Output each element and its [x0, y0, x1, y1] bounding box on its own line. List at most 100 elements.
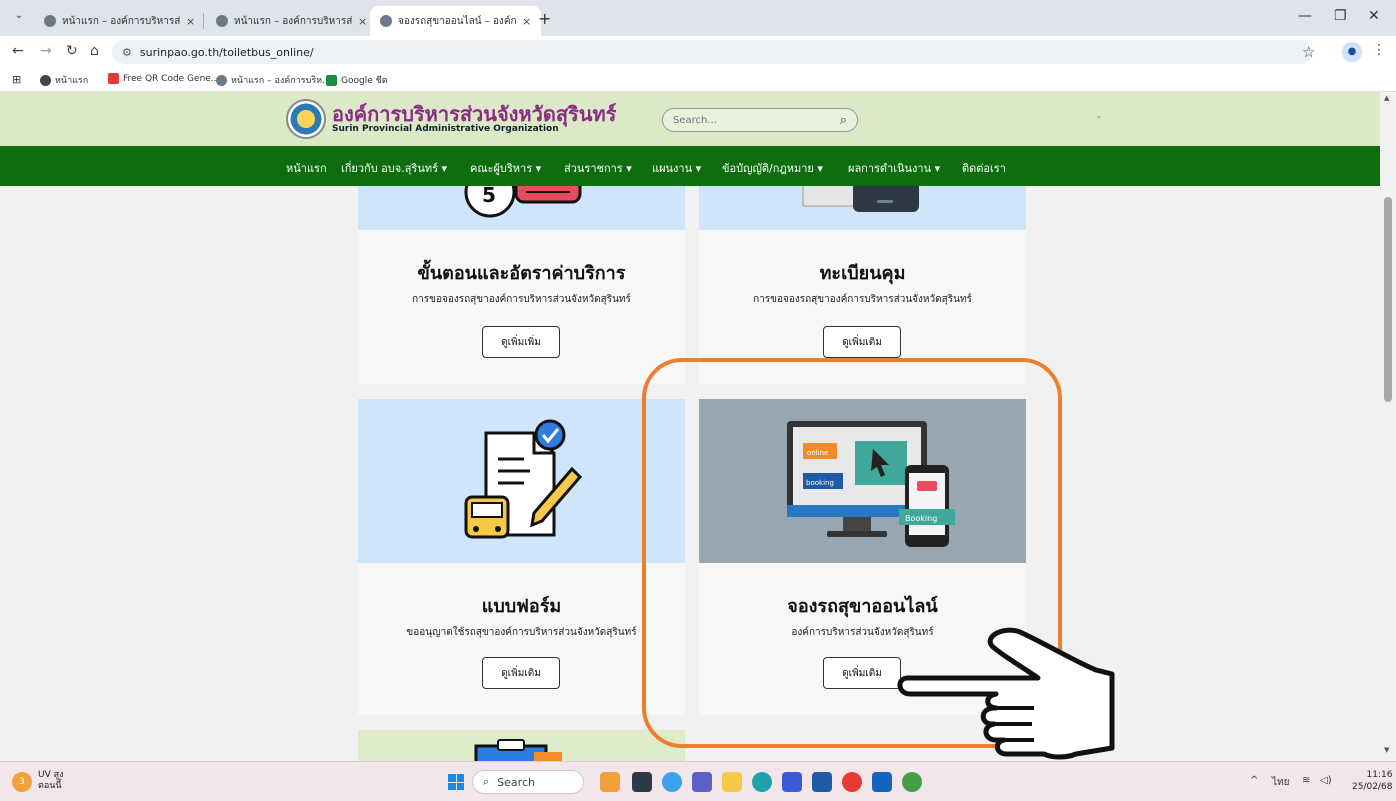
window-close-icon[interactable]: ✕ — [1368, 8, 1380, 24]
apps-grid-icon[interactable]: ⊞ — [12, 73, 21, 86]
taskbar-app-l-icon[interactable] — [812, 772, 832, 792]
steps-illustration-icon: 5 — [464, 186, 582, 218]
bookmark-item-4[interactable]: Google ชีต — [326, 73, 388, 87]
restore-icon[interactable]: ❐ — [1334, 8, 1347, 24]
scrollbar-thumb[interactable] — [1384, 197, 1392, 402]
nav-item-performance[interactable]: ผลการดำเนินงาน ▾ — [848, 159, 940, 177]
bookmark-star-icon[interactable]: ☆ — [1302, 43, 1315, 61]
card-procedure-rates: 5 ขั้นตอนและอัตราค่าบริการ การขอจองรถสุข… — [358, 186, 685, 384]
tab-separator — [203, 13, 204, 29]
browser-menu-icon[interactable]: ⋮ — [1372, 42, 1386, 58]
taskbar-app-teams-icon[interactable] — [692, 772, 712, 792]
forward-arrow-icon[interactable]: → — [40, 43, 52, 59]
taskbar-app-file-explorer-icon[interactable] — [722, 772, 742, 792]
tray-overflow-chevron-icon[interactable]: ^ — [1250, 775, 1258, 786]
taskbar-app-word-icon[interactable] — [872, 772, 892, 792]
nav-item-plans[interactable]: แผนงาน ▾ — [652, 159, 701, 177]
new-tab-button[interactable]: + — [538, 9, 551, 28]
browser-tab-active[interactable]: จองรถสุขาออนไลน์ – องค์การบริหาร × — [370, 6, 542, 36]
weather-line-2: ตอนนี้ — [38, 781, 62, 791]
start-button-windows-icon[interactable] — [448, 774, 464, 790]
nav-item-regulations[interactable]: ข้อบัญญัติ/กฎหมาย ▾ — [722, 159, 823, 177]
search-icon[interactable]: ⌕ — [840, 113, 847, 128]
tab-close-icon[interactable]: × — [186, 15, 195, 28]
card-title: ทะเบียนคุม — [819, 263, 906, 284]
chevron-down-icon: ▾ — [817, 162, 823, 175]
card-title: ขั้นตอนและอัตราค่าบริการ — [417, 263, 626, 284]
nav-item-contact[interactable]: ติดต่อเรา — [962, 159, 1006, 177]
chevron-down-icon: ▾ — [535, 162, 542, 175]
surin-pao-seal-logo[interactable] — [286, 99, 326, 139]
volume-icon[interactable]: ◁) — [1320, 775, 1332, 786]
page-scrollbar[interactable]: ▲ ▼ — [1380, 92, 1396, 761]
chevron-down-icon: ▾ — [441, 162, 448, 175]
reload-icon[interactable]: ↻ — [66, 43, 78, 59]
taskbar-app-chrome-2-icon[interactable] — [902, 772, 922, 792]
site-search-input[interactable] — [673, 114, 823, 126]
tab-close-icon[interactable]: × — [522, 15, 531, 28]
taskbar-app-copilot-icon[interactable] — [662, 772, 682, 792]
nav-item-departments[interactable]: ส่วนราชการ ▾ — [564, 159, 632, 177]
site-favicon-icon — [44, 15, 56, 27]
wifi-icon[interactable]: ≋ — [1302, 775, 1310, 786]
home-icon[interactable]: ⌂ — [90, 43, 99, 59]
weather-widget-icon[interactable]: 3 — [12, 772, 32, 792]
taskbar-search-label: Search — [497, 775, 535, 789]
input-language[interactable]: ไทย — [1272, 775, 1289, 790]
svg-text:5: 5 — [482, 186, 496, 207]
nav-label: ติดต่อเรา — [962, 162, 1006, 175]
card-read-more-button[interactable]: ดูเพิ่มเพิ่ม — [482, 326, 560, 358]
browser-tab-bar: ⌄ หน้าแรก – องค์การบริหารส่วนจังหวัด × ห… — [0, 0, 1396, 36]
address-url[interactable]: surinpao.go.th/toiletbus_online/ — [140, 46, 314, 59]
bookmark-item-2[interactable]: Free QR Code Gene... — [108, 73, 219, 84]
browser-toolbar: ← → ↻ ⌂ ⚙ surinpao.go.th/toiletbus_onlin… — [0, 36, 1396, 68]
card-title: แบบฟอร์ม — [481, 596, 562, 617]
bookmark-label: Google ชีต — [341, 76, 388, 86]
card-image — [358, 399, 685, 563]
nav-label: คณะผู้บริหาร — [470, 162, 533, 175]
nav-item-about[interactable]: เกี่ยวกับ อบจ.สุรินทร์ ▾ — [341, 159, 447, 177]
back-arrow-icon[interactable]: ← — [12, 43, 24, 59]
tab-close-icon[interactable]: × — [358, 15, 367, 28]
card-read-more-button[interactable]: ดูเพิ่มเติม — [482, 657, 560, 689]
bookmarks-bar: ⊞ หน้าแรก Free QR Code Gene... หน้าแรก –… — [0, 68, 1396, 92]
google-sheets-icon — [326, 74, 337, 86]
taskbar-app-news-icon[interactable] — [600, 772, 620, 792]
nav-label: หน้าแรก — [286, 162, 327, 175]
taskbar-search[interactable]: ⌕ Search — [472, 770, 584, 794]
windows-taskbar: 3 UV สูง ตอนนี้ ⌕ Search ^ ไทย ≋ ◁) 11:1… — [0, 761, 1396, 801]
taskbar-app-chrome-icon[interactable] — [842, 772, 862, 792]
profile-avatar-icon[interactable]: ● — [1342, 42, 1362, 62]
nav-label: เกี่ยวกับ อบจ.สุรินทร์ — [341, 162, 439, 175]
bookmark-item-1[interactable]: หน้าแรก — [40, 73, 88, 87]
bookmark-item-3[interactable]: หน้าแรก – องค์การบริห... — [216, 73, 331, 87]
weather-widget-text[interactable]: UV สูง ตอนนี้ — [38, 770, 64, 792]
nav-item-home[interactable]: หน้าแรก — [286, 159, 327, 177]
scroll-down-arrow-icon[interactable]: ▼ — [1384, 746, 1389, 754]
tab-search-chevron-icon[interactable]: ⌄ — [10, 10, 28, 26]
minimize-icon[interactable]: — — [1298, 8, 1312, 24]
taskbar-app-edge-icon[interactable] — [752, 772, 772, 792]
taskbar-app-terminal-icon[interactable] — [632, 772, 652, 792]
scroll-up-arrow-icon[interactable]: ▲ — [1384, 94, 1389, 102]
nav-item-executives[interactable]: คณะผู้บริหาร ▾ — [470, 159, 541, 177]
nav-label: แผนงาน — [652, 162, 693, 175]
browser-tab-1[interactable]: หน้าแรก – องค์การบริหารส่วนจังหวัด × — [34, 6, 205, 36]
taskbar-clock[interactable]: 11:16 25/02/68 — [1352, 769, 1392, 793]
chevron-down-icon: ▾ — [934, 162, 941, 175]
site-name-english[interactable]: Surin Provincial Administrative Organiza… — [332, 124, 559, 134]
taskbar-app-store-icon[interactable] — [782, 772, 802, 792]
site-header: องค์การบริหารส่วนจังหวัดสุรินทร์ Surin P… — [0, 92, 1380, 146]
card-read-more-button[interactable]: ดูเพิ่มเติม — [823, 326, 901, 358]
site-favicon-icon — [216, 15, 228, 27]
form-document-pencil-icon — [464, 419, 583, 539]
address-bar[interactable]: ⚙ surinpao.go.th/toiletbus_online/ — [112, 40, 1312, 64]
bookmark-favicon-icon — [40, 74, 51, 86]
site-search[interactable]: ⌕ — [662, 108, 858, 132]
qr-code-icon — [108, 73, 119, 84]
site-info-icon[interactable]: ⚙ — [122, 46, 132, 59]
chevron-down-icon: ▾ — [626, 162, 632, 175]
browser-tab-2[interactable]: หน้าแรก – องค์การบริหารส่วนจังหวัด × — [206, 6, 377, 36]
header-dash: - — [1097, 110, 1101, 123]
nav-label: ผลการดำเนินงาน — [848, 162, 932, 175]
